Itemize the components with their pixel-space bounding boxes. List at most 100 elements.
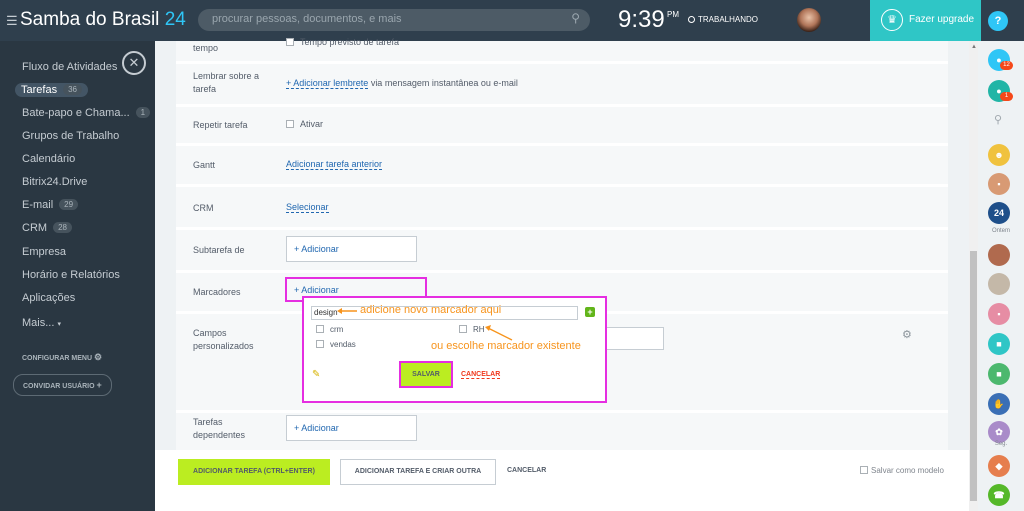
search-input[interactable]: procurar pessoas, documentos, e mais ⚲ [198, 9, 590, 31]
add-previous-task-link[interactable]: Adicionar tarefa anterior [286, 159, 383, 170]
menu-item-company[interactable]: Empresa [22, 246, 66, 258]
menu-item-activity[interactable]: Fluxo de Atividades [22, 61, 117, 73]
invite-user-button[interactable]: CONVIDAR USUÁRIO + [13, 374, 112, 396]
custom-field-input[interactable] [600, 327, 664, 350]
menu-item-reports[interactable]: Horário e Relatórios [22, 269, 120, 281]
crm-row: CRM Selecionar [176, 187, 948, 227]
time-checkbox-label: Tempo previsto de tarefa [300, 37, 400, 47]
pencil-icon[interactable]: ✎ [312, 369, 320, 380]
menu-item-email[interactable]: E-mail 29 [22, 199, 79, 211]
tag-option-label: RH [473, 325, 485, 334]
add-reminder-link[interactable]: + Adicionar lembrete [286, 78, 369, 89]
menu-item-apps[interactable]: Aplicações [22, 292, 75, 304]
cube-icon[interactable]: ◆ [988, 455, 1010, 477]
crm-select-link[interactable]: Selecionar [286, 202, 329, 213]
menu-item-label: Aplicações [22, 292, 76, 304]
lock-icon[interactable]: ■ [988, 363, 1010, 385]
menu-item-more[interactable]: Mais... ▾ [22, 317, 61, 329]
menu-count: 36 [63, 84, 82, 95]
save-template-label: Salvar como modelo [871, 466, 944, 475]
menu-item-calendar[interactable]: Calendário [22, 153, 75, 165]
user-group-icon[interactable]: ☻ [988, 144, 1010, 166]
contact-avatar-icon[interactable] [988, 244, 1010, 266]
add-task-button[interactable]: ADICIONAR TAREFA (CTRL+ENTER) [178, 459, 330, 485]
gantt-row: Gantt Adicionar tarefa anterior [176, 146, 948, 184]
menu-item-label: Bate-papo e Chama... [22, 107, 130, 119]
clock-ampm: PM [667, 10, 679, 19]
search-icon[interactable]: ⚲ [994, 113, 1002, 126]
menu-item-tasks[interactable]: Tarefas 36 [15, 83, 88, 97]
tag-option-crm[interactable]: crm [316, 325, 343, 334]
contact-avatar-icon[interactable] [988, 273, 1010, 295]
tags-add-label: + Adicionar [294, 285, 339, 295]
phone-icon[interactable]: ☎ [988, 484, 1010, 506]
menu-item-workgroups[interactable]: Grupos de Trabalho [22, 130, 119, 142]
right-bar: ● 12 ● 1 ⚲ ☻ ▪ 24 Ontem ▪ ■ ■ ✋ ✿ Seg. ◆… [978, 41, 1024, 511]
save-template-checkbox[interactable]: Salvar como modelo [860, 466, 944, 475]
tag-option-rh[interactable]: RH [459, 325, 485, 334]
cancel-button[interactable]: CANCELAR [507, 467, 546, 474]
megaphone-icon[interactable]: ▪ [988, 303, 1010, 325]
checkbox[interactable] [459, 325, 467, 333]
time-checkbox[interactable]: Tempo previsto de tarefa [286, 37, 399, 47]
hands-icon[interactable]: ✋ [988, 393, 1010, 415]
upgrade-label: Fazer upgrade [909, 14, 975, 25]
menu-item-label: Grupos de Trabalho [22, 130, 120, 142]
tag-option-label: crm [330, 325, 344, 334]
menu-item-label: Fluxo de Atividades [22, 61, 118, 73]
checkbox[interactable] [316, 340, 324, 348]
invite-user-label: CONVIDAR USUÁRIO [23, 383, 95, 390]
menu-item-label: Mais... [22, 317, 55, 329]
cancel-button[interactable]: CANCELAR [461, 371, 501, 379]
repeat-row: Repetir tarefa Ativar [176, 107, 948, 143]
dependent-add-button[interactable]: + Adicionar [286, 415, 417, 441]
tag-option-vendas[interactable]: vendas [316, 340, 356, 349]
group-icon[interactable]: ✿ [988, 421, 1010, 443]
menu-item-label: Calendário [22, 153, 76, 165]
upgrade-button[interactable]: ♛ Fazer upgrade [870, 0, 981, 41]
help-button[interactable]: ? [988, 11, 1008, 31]
configure-menu-button[interactable]: CONFIGURAR MENU ⚙ [22, 352, 102, 363]
repeat-checkbox[interactable]: Ativar [286, 119, 323, 129]
add-and-create-button[interactable]: ADICIONAR TAREFA E CRIAR OUTRA [340, 459, 496, 485]
avatar[interactable] [797, 8, 821, 32]
tag-option-label: vendas [330, 340, 356, 349]
save-button[interactable]: SALVAR [399, 361, 453, 388]
checkbox[interactable] [316, 325, 324, 333]
megaphone-icon[interactable]: ▪ [988, 173, 1010, 195]
repeat-label: Repetir tarefa [193, 120, 248, 130]
reminder-label: Lembrar sobre a tarefa [193, 71, 260, 94]
portal-logo[interactable]: Samba do Brasil 24 [20, 9, 186, 31]
menu-item-chat[interactable]: Bate-papo e Chama... 1 [22, 107, 151, 119]
scrollbar[interactable]: ▲ [969, 41, 978, 511]
message-badge: 1 [1000, 92, 1013, 101]
annotation-add-new: adicione novo marcador aqui [360, 304, 502, 316]
work-status[interactable]: TRABALHANDO [688, 15, 758, 24]
scroll-up-icon[interactable]: ▲ [971, 44, 977, 50]
bitrix24-icon[interactable]: 24 [988, 202, 1010, 224]
plus-icon[interactable]: + [585, 307, 595, 317]
gear-icon: ⚙ [93, 352, 103, 362]
subtask-row: Subtarefa de + Adicionar [176, 230, 948, 270]
checkbox[interactable] [286, 38, 294, 46]
menu-icon[interactable]: ☰ [6, 13, 18, 29]
checkbox[interactable] [286, 120, 294, 128]
gear-icon[interactable]: ⚙ [902, 328, 912, 341]
chevron-down-icon: ▾ [57, 321, 61, 328]
search-doc-icon[interactable]: ■ [988, 333, 1010, 355]
label-monday: Seg. [994, 441, 1008, 447]
search-icon: ⚲ [571, 11, 580, 25]
notification-badge: 12 [1000, 61, 1013, 70]
menu-item-crm[interactable]: CRM 28 [22, 222, 72, 234]
status-dot-icon [688, 16, 695, 23]
gantt-label: Gantt [193, 160, 216, 170]
clock-time[interactable]: 9:39 [618, 6, 665, 34]
checkbox[interactable] [860, 466, 868, 474]
time-label: tempo [193, 43, 219, 53]
menu-item-drive[interactable]: Bitrix24.Drive [22, 176, 87, 188]
close-icon[interactable]: ✕ [122, 51, 146, 75]
menu-item-label: Empresa [22, 246, 67, 258]
subtask-add-button[interactable]: + Adicionar [286, 236, 417, 262]
scroll-thumb[interactable] [970, 251, 977, 501]
tags-label: Marcadores [193, 287, 241, 297]
